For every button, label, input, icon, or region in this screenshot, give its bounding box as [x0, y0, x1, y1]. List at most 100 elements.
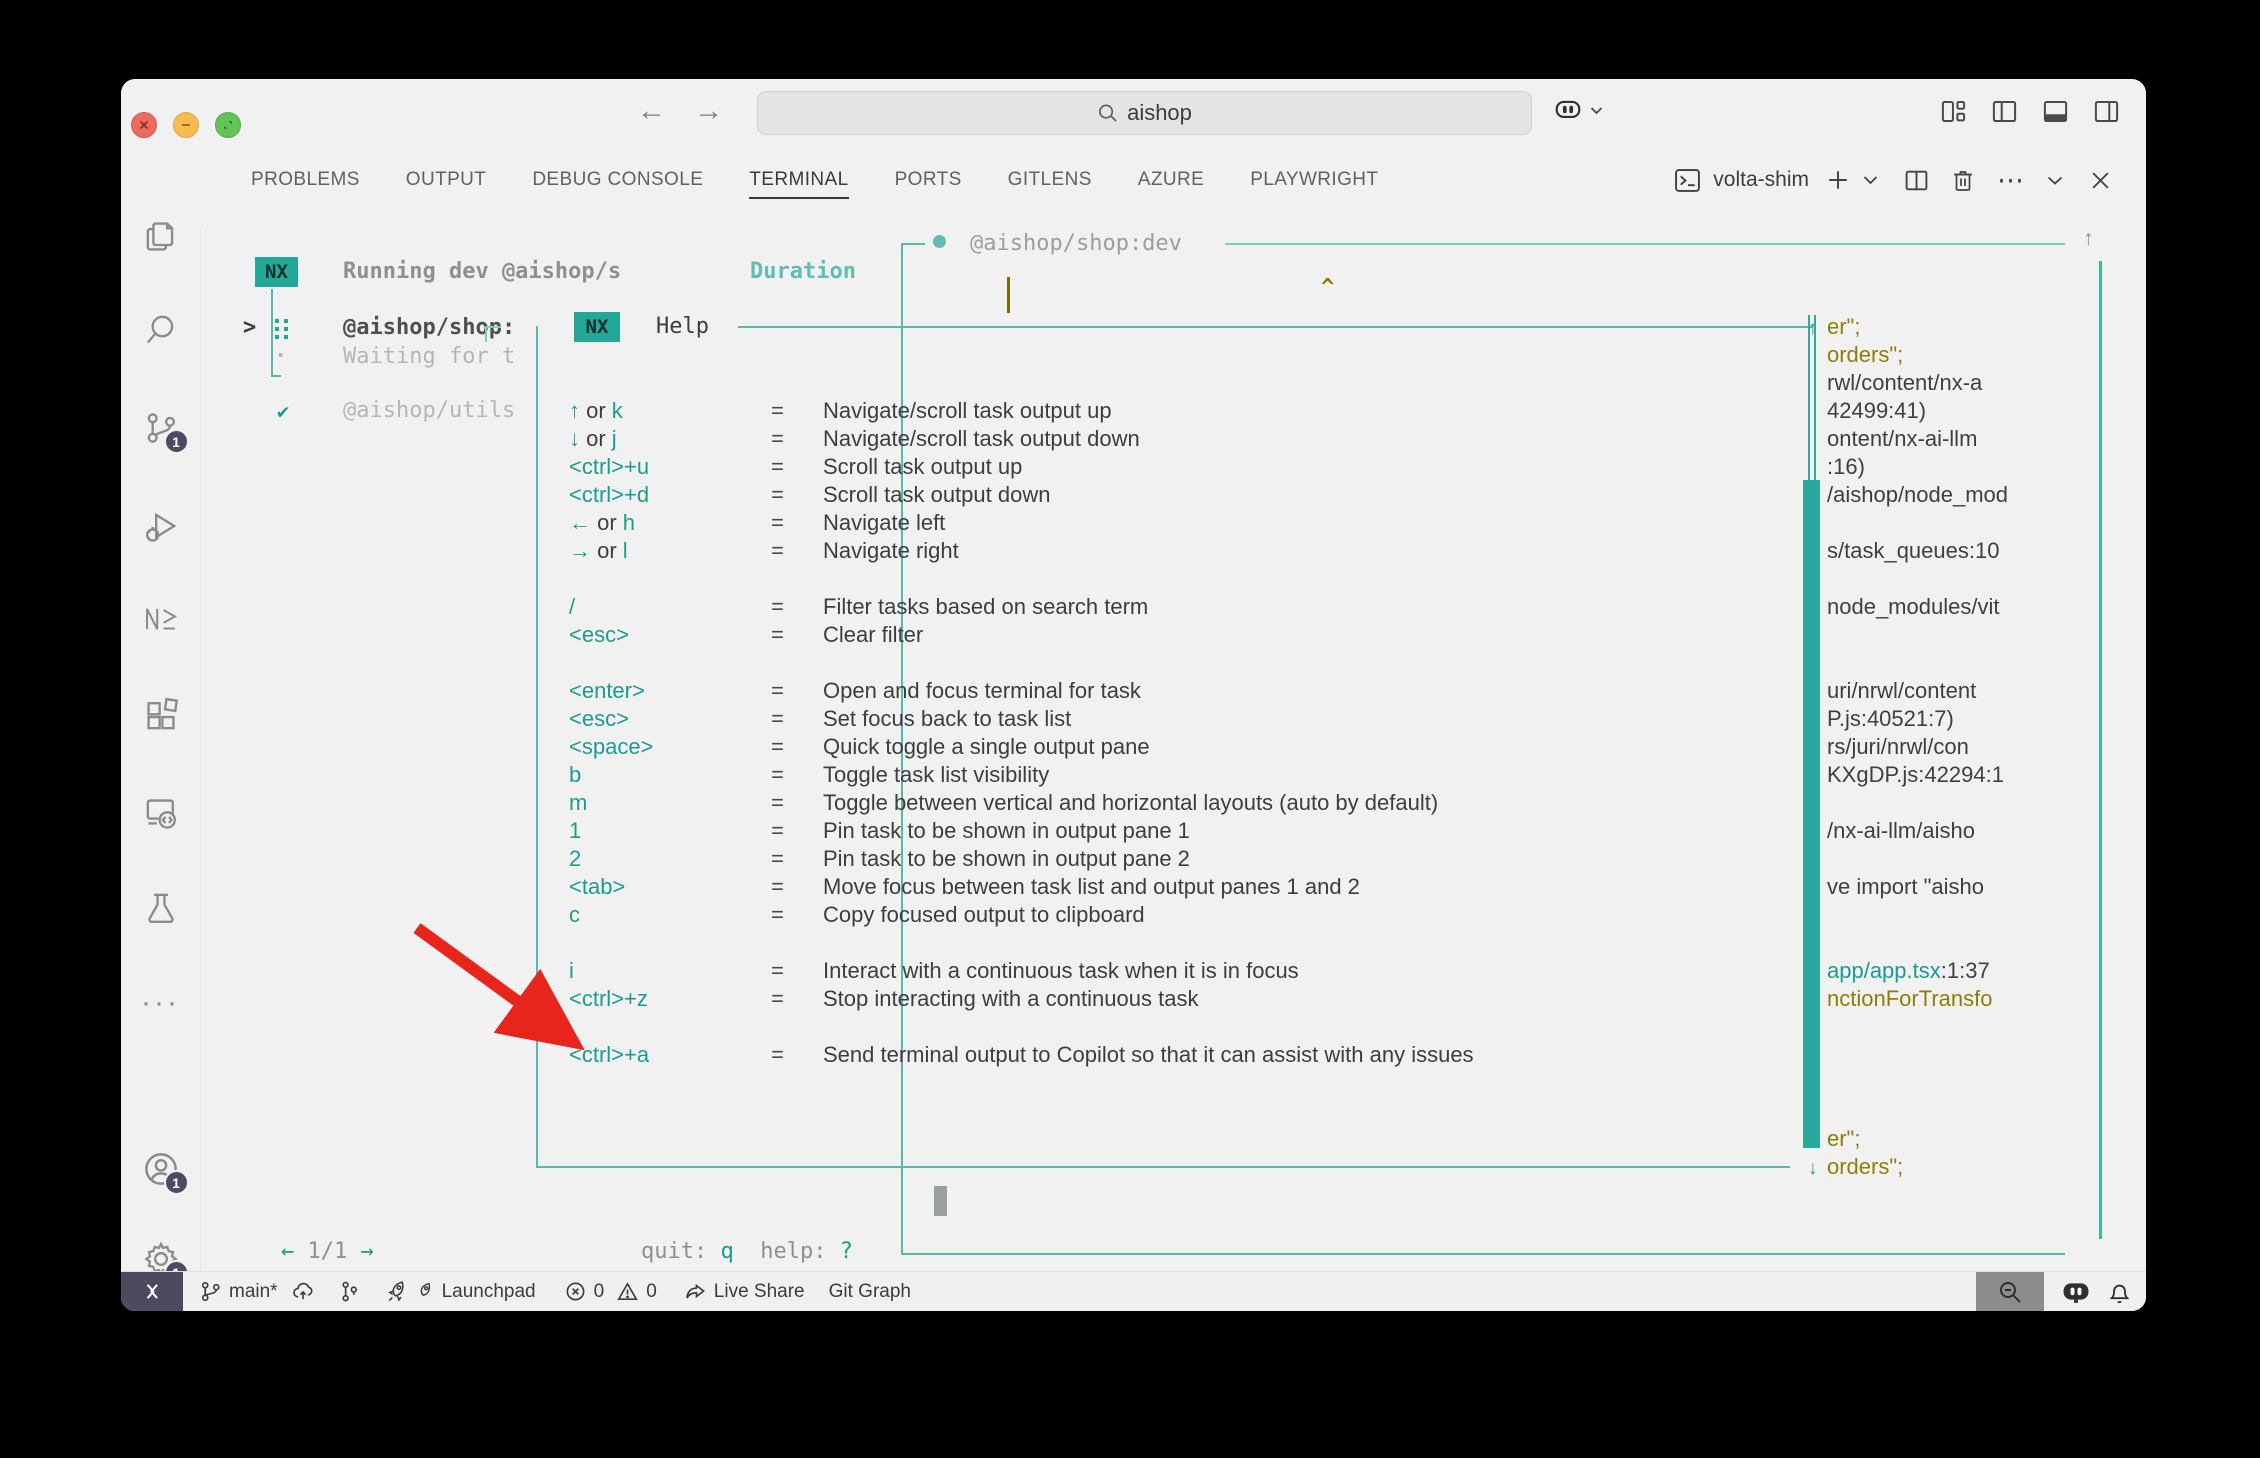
panel-tab[interactable]: PLAYWRIGHT: [1250, 159, 1378, 201]
git-branch-status[interactable]: main*: [199, 1280, 315, 1303]
help-shortcut-row: ← or h=Navigate left: [569, 509, 1474, 537]
zoom-window-button[interactable]: [215, 112, 241, 138]
branch-name: main*: [229, 1281, 278, 1303]
search-icon: [1097, 103, 1118, 124]
search-icon: [143, 312, 179, 348]
terminal-instance-name[interactable]: volta-shim: [1713, 168, 1809, 192]
commit-graph-button[interactable]: [337, 1280, 360, 1303]
help-shortcut-row: i=Interact with a continuous task when i…: [569, 957, 1474, 985]
output-text-row: ↑er";: [1808, 313, 2008, 341]
rocket-icon: [414, 1281, 435, 1302]
sidebar-item-testing[interactable]: [139, 886, 183, 930]
nx-console-icon: [142, 602, 180, 636]
waiting-task-label: Waiting for t: [343, 342, 515, 372]
problems-status[interactable]: 0 0: [564, 1280, 657, 1303]
go-back-button[interactable]: ←: [637, 95, 666, 128]
sidebar-item-remote-explorer[interactable]: [139, 791, 183, 835]
remote-indicator-button[interactable]: [121, 1272, 183, 1312]
running-task-name[interactable]: @aishop/shop:: [343, 313, 515, 343]
toggle-secondary-sidebar-icon[interactable]: [2092, 97, 2121, 126]
pager-right-arrow[interactable]: →: [360, 1239, 373, 1264]
account-button[interactable]: 1: [139, 1147, 183, 1191]
chevron-down-icon: [1863, 175, 1878, 185]
toggle-primary-sidebar-icon[interactable]: [1990, 97, 2019, 126]
panel-tab[interactable]: PROBLEMS: [251, 159, 360, 201]
terminal-scrollbar[interactable]: [2099, 261, 2102, 1239]
trash-icon: [1951, 168, 1975, 193]
output-text-row: [1808, 1069, 2008, 1097]
panel-tab[interactable]: AZURE: [1138, 159, 1204, 201]
output-text-row: :16): [1808, 453, 2008, 481]
output-caret: ^: [1321, 275, 1334, 300]
customize-layout-icon[interactable]: [1939, 97, 1968, 126]
copilot-status-icon[interactable]: [2060, 1279, 2092, 1305]
rocket-icon: [384, 1279, 410, 1304]
help-title: Help: [656, 312, 709, 342]
live-share-button[interactable]: Live Share: [683, 1280, 805, 1304]
help-shortcut-row: <esc>=Set focus back to task list: [569, 705, 1474, 733]
panel-tab[interactable]: GITLENS: [1008, 159, 1092, 201]
scroll-up-arrow[interactable]: ↑: [2083, 227, 2094, 251]
screencast-zoom-button[interactable]: [1976, 1272, 2044, 1311]
help-bottom-border: [536, 1166, 1790, 1168]
git-graph-button[interactable]: Git Graph: [829, 1281, 911, 1303]
kill-terminal-button[interactable]: [1951, 168, 1975, 193]
explorer-icon: [143, 218, 179, 254]
help-shortcut-row: <enter>=Open and focus terminal for task: [569, 677, 1474, 705]
terminal-cursor-bar: [1007, 277, 1010, 313]
split-terminal-button[interactable]: [1904, 168, 1929, 193]
help-shortcut-row: [569, 1013, 1474, 1041]
panel-tab[interactable]: PORTS: [895, 159, 962, 201]
more-actions-button[interactable]: ⋯: [1997, 165, 2025, 196]
output-text-row: [1808, 1013, 2008, 1041]
copilot-icon: [1553, 97, 1583, 123]
output-scrollbar-thumb[interactable]: [1803, 480, 1820, 1148]
terminal-profile-dropdown[interactable]: [1863, 175, 1878, 185]
extensions-icon: [143, 697, 179, 733]
sidebar-item-more[interactable]: ···: [139, 981, 183, 1025]
task-runner-title: Running dev @aishop/s: [343, 257, 621, 287]
split-editor-icon: [1904, 168, 1929, 193]
branch-icon: [199, 1280, 222, 1303]
command-center-search[interactable]: aishop: [757, 91, 1532, 135]
plus-icon: [1827, 169, 1849, 191]
sidebar-item-explorer[interactable]: [139, 214, 183, 258]
sidebar-item-extensions[interactable]: [139, 693, 183, 737]
git-graph-label: Git Graph: [829, 1281, 911, 1303]
output-text-row: [1808, 1097, 2008, 1125]
output-scrollbar-track[interactable]: [1808, 315, 1816, 480]
panel-tab[interactable]: TERMINAL: [749, 159, 848, 201]
sidebar-item-nx-console[interactable]: [139, 597, 183, 641]
help-shortcut-row: m=Toggle between vertical and horizontal…: [569, 789, 1474, 817]
minimize-window-button[interactable]: [173, 112, 199, 138]
help-shortcut-row: <ctrl>+a=Send terminal output to Copilot…: [569, 1041, 1474, 1069]
help-shortcut-row: <tab>=Move focus between task list and o…: [569, 873, 1474, 901]
sidebar-item-run-debug[interactable]: [139, 504, 183, 548]
output-text-row: er";: [1808, 1125, 2008, 1153]
output-text-row: [1808, 845, 2008, 873]
go-forward-button[interactable]: →: [694, 95, 723, 128]
help-shortcut-row: ↓ or j=Navigate/scroll task output down: [569, 425, 1474, 453]
launchpad-label: Launchpad: [442, 1281, 536, 1303]
output-pane-top-border-b: [1225, 243, 2065, 245]
output-text-row: KXgDP.js:42294:1: [1808, 761, 2008, 789]
help-shortcut-row: c=Copy focused output to clipboard: [569, 901, 1474, 929]
sidebar-item-source-control[interactable]: 1: [139, 406, 183, 450]
more-icon: ···: [141, 986, 180, 1020]
remote-icon: [139, 1281, 165, 1303]
pager-left-arrow[interactable]: ←: [281, 1239, 308, 1264]
new-terminal-button[interactable]: [1827, 169, 1849, 191]
close-window-button[interactable]: [131, 112, 157, 138]
copilot-menu-button[interactable]: [1553, 97, 1603, 123]
done-task-name[interactable]: @aishop/utils: [343, 396, 515, 426]
hide-panel-chevron[interactable]: [2047, 175, 2063, 186]
desktop-background: ← → aishop: [0, 0, 2260, 1458]
toggle-panel-icon[interactable]: [2041, 97, 2070, 126]
launchpad-button[interactable]: Launchpad: [384, 1279, 536, 1304]
panel-tab[interactable]: DEBUG CONSOLE: [532, 159, 703, 201]
sidebar-item-search[interactable]: [139, 308, 183, 352]
notifications-bell-icon[interactable]: [2107, 1279, 2132, 1305]
output-text-row: [1808, 621, 2008, 649]
panel-tab[interactable]: OUTPUT: [406, 159, 487, 201]
close-panel-button[interactable]: [2091, 171, 2110, 190]
